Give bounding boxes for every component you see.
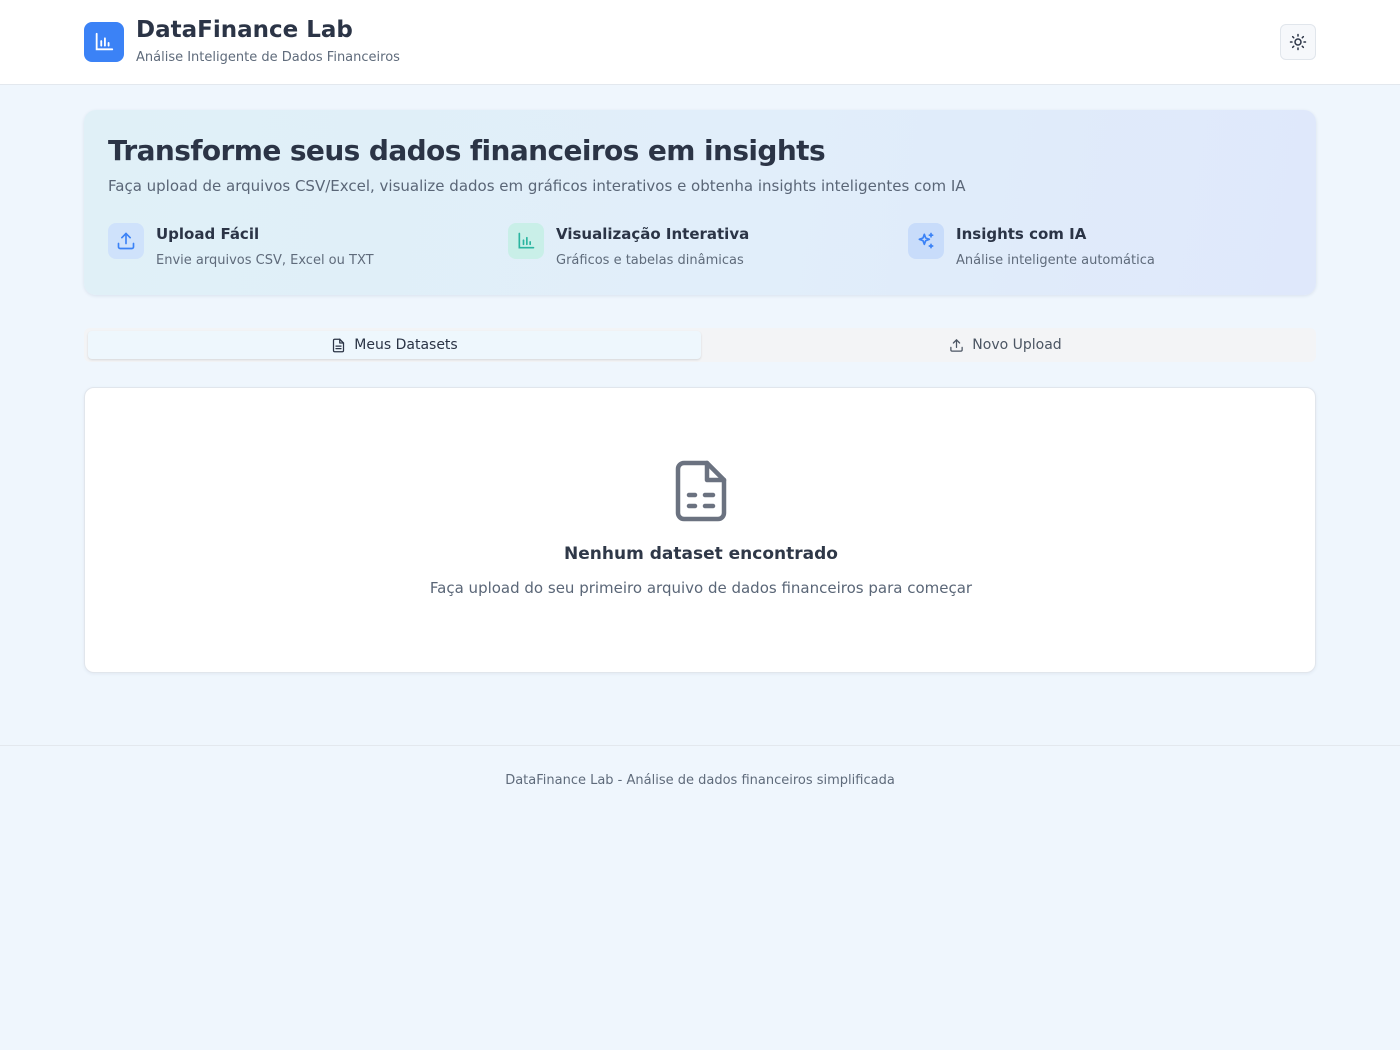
hero-description: Faça upload de arquivos CSV/Excel, visua… [108,177,966,195]
file-spreadsheet-icon [675,460,727,522]
file-icon [333,338,345,352]
app-header: DataFinance Lab Análise Inteligente de D… [0,0,1400,85]
empty-state-title: Nenhum dataset encontrado [564,544,838,564]
app-title: DataFinance Lab [136,17,353,43]
bar-chart-icon [508,223,544,259]
feature-upload: Upload Fácil Envie arquivos CSV, Excel o… [108,223,488,273]
feature-ai-insights: Insights com IA Análise inteligente auto… [908,223,1288,273]
hero-title: Transforme seus dados financeiros em ins… [108,134,826,167]
tab-bar: Meus Datasets Novo Upload [84,328,1316,362]
app-footer: DataFinance Lab - Análise de dados finan… [0,745,1400,1050]
feature-description: Gráficos e tabelas dinâmicas [556,253,744,268]
feature-description: Análise inteligente automática [956,253,1155,268]
feature-visualization: Visualização Interativa Gráficos e tabel… [508,223,888,273]
feature-title: Insights com IA [956,225,1087,243]
tab-novo-upload[interactable]: Novo Upload [699,331,1312,359]
app-subtitle: Análise Inteligente de Dados Financeiros [136,50,400,65]
feature-title: Upload Fácil [156,225,260,243]
empty-state-description: Faça upload do seu primeiro arquivo de d… [429,579,973,597]
tab-label: Meus Datasets [354,337,458,353]
upload-icon [108,223,144,259]
sun-icon [1289,33,1307,51]
tab-label: Novo Upload [972,337,1062,353]
datasets-panel: Nenhum dataset encontrado Faça upload do… [84,387,1316,673]
feature-title: Visualização Interativa [556,225,750,243]
bar-chart-icon [84,22,124,62]
sparkles-icon [908,223,944,259]
hero-card: Transforme seus dados financeiros em ins… [84,110,1316,295]
feature-description: Envie arquivos CSV, Excel ou TXT [156,253,374,268]
theme-toggle-button[interactable] [1280,24,1316,60]
footer-text: DataFinance Lab - Análise de dados finan… [505,773,895,788]
tab-meus-datasets[interactable]: Meus Datasets [88,331,701,359]
upload-icon [950,338,964,352]
